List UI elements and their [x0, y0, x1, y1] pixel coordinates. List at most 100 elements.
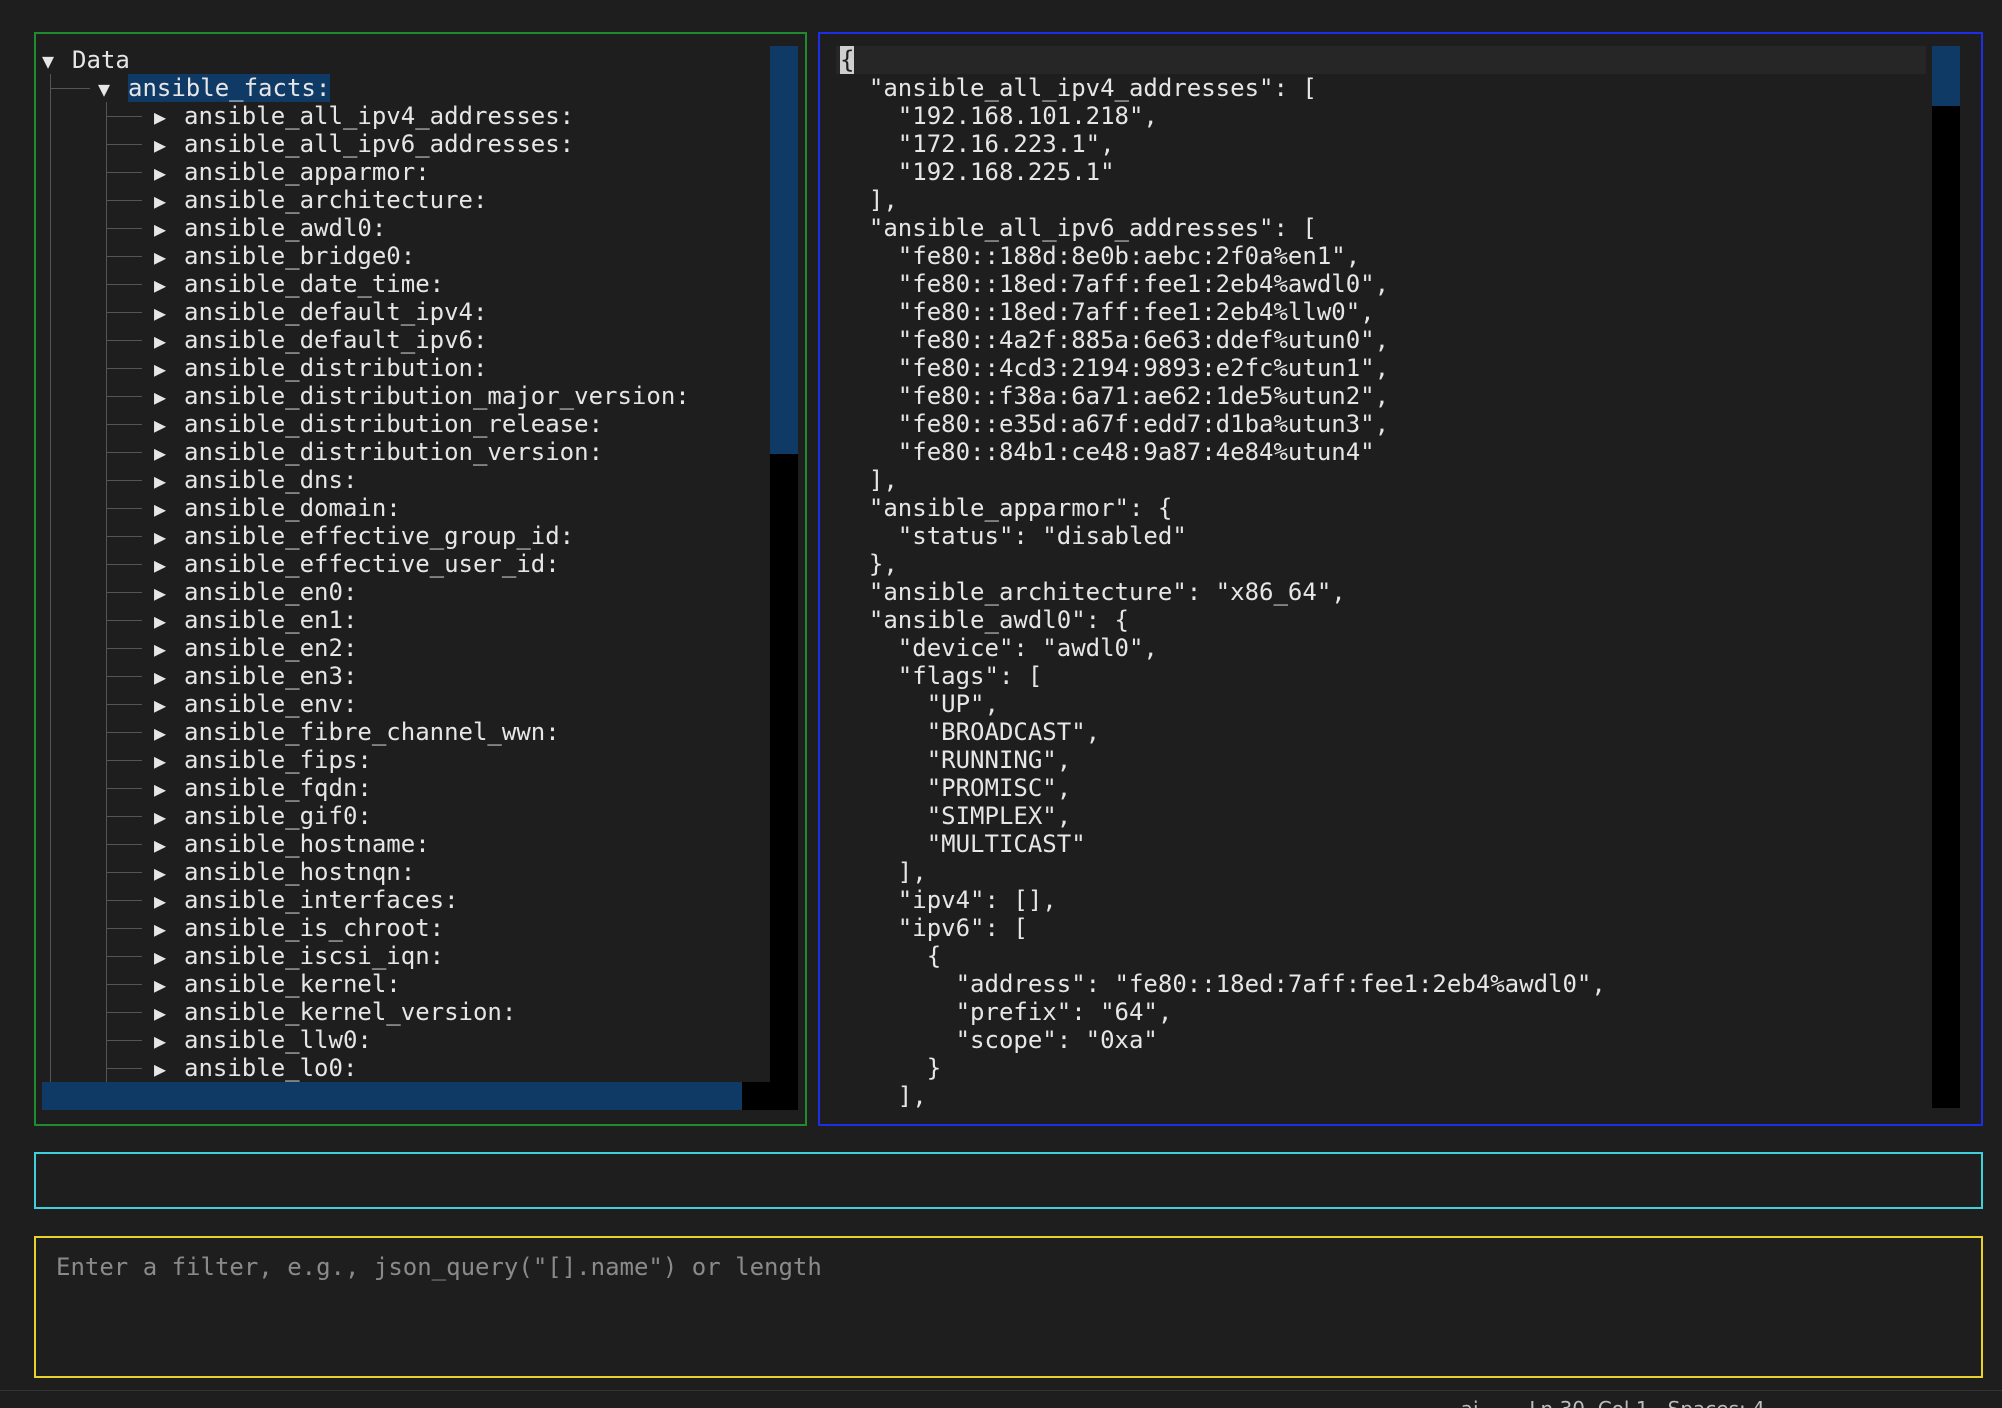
json-line[interactable]: },: [840, 550, 898, 578]
tree-node[interactable]: ▶ ansible_architecture:: [154, 186, 487, 214]
json-line[interactable]: {: [840, 942, 941, 970]
tree-node[interactable]: ▶ ansible_kernel:: [154, 970, 401, 998]
collapsed-caret-icon[interactable]: ▶: [154, 803, 184, 831]
json-line[interactable]: "ipv6": [: [840, 914, 1028, 942]
collapsed-caret-icon[interactable]: ▶: [154, 131, 184, 159]
tree-node[interactable]: ▶ ansible_fibre_channel_wwn:: [154, 718, 560, 746]
json-line[interactable]: "ansible_all_ipv4_addresses": [: [840, 74, 1317, 102]
collapsed-caret-icon[interactable]: ▶: [154, 719, 184, 747]
json-line[interactable]: "device": "awdl0",: [840, 634, 1158, 662]
tree-node[interactable]: ▶ ansible_apparmor:: [154, 158, 430, 186]
tree-node[interactable]: ▶ ansible_en0:: [154, 578, 357, 606]
tree-node[interactable]: ▶ ansible_default_ipv6:: [154, 326, 487, 354]
json-line[interactable]: "fe80::f38a:6a71:ae62:1de5%utun2",: [840, 382, 1389, 410]
tree-node[interactable]: ▶ ansible_lo0:: [154, 1054, 357, 1082]
tree-node[interactable]: ▶ ansible_interfaces:: [154, 886, 459, 914]
collapsed-caret-icon[interactable]: ▶: [154, 831, 184, 859]
json-line[interactable]: "fe80::18ed:7aff:fee1:2eb4%llw0",: [840, 298, 1375, 326]
tree-node[interactable]: ▶ ansible_hostname:: [154, 830, 430, 858]
json-line[interactable]: ],: [840, 858, 927, 886]
tree-node[interactable]: ▶ ansible_fqdn:: [154, 774, 372, 802]
collapsed-caret-icon[interactable]: ▶: [154, 327, 184, 355]
json-line[interactable]: "UP",: [840, 690, 999, 718]
expanded-caret-icon[interactable]: ▼: [42, 47, 72, 75]
json-line[interactable]: "flags": [: [840, 662, 1043, 690]
json-line[interactable]: "fe80::18ed:7aff:fee1:2eb4%awdl0",: [840, 270, 1389, 298]
tree-node[interactable]: ▶ ansible_kernel_version:: [154, 998, 516, 1026]
collapsed-caret-icon[interactable]: ▶: [154, 607, 184, 635]
json-line[interactable]: "fe80::e35d:a67f:edd7:d1ba%utun3",: [840, 410, 1389, 438]
json-output-panel[interactable]: { "ansible_all_ipv4_addresses": [ "192.1…: [818, 32, 1983, 1126]
json-vertical-scrollbar-thumb[interactable]: [1932, 46, 1960, 106]
collapsed-caret-icon[interactable]: ▶: [154, 859, 184, 887]
tree-node[interactable]: ▶ ansible_gif0:: [154, 802, 372, 830]
tree-vertical-scrollbar-thumb[interactable]: [770, 46, 798, 454]
json-vertical-scrollbar[interactable]: [1932, 46, 1960, 1108]
collapsed-caret-icon[interactable]: ▶: [154, 523, 184, 551]
tree-node[interactable]: ▶ ansible_effective_group_id:: [154, 522, 574, 550]
collapsed-caret-icon[interactable]: ▶: [154, 579, 184, 607]
tree-node[interactable]: ▶ ansible_iscsi_iqn:: [154, 942, 444, 970]
tree-node[interactable]: ▶ ansible_domain:: [154, 494, 401, 522]
json-line[interactable]: "scope": "0xa": [840, 1026, 1158, 1054]
json-line[interactable]: "prefix": "64",: [840, 998, 1173, 1026]
tree-node[interactable]: ▶ ansible_distribution_release:: [154, 410, 603, 438]
collapsed-caret-icon[interactable]: ▶: [154, 495, 184, 523]
tree-node[interactable]: ▶ ansible_distribution:: [154, 354, 487, 382]
filter-input[interactable]: Enter a filter, e.g., json_query("[].nam…: [34, 1236, 1983, 1378]
tree-node-ansible-facts[interactable]: ▼ ansible_facts:: [98, 74, 331, 103]
tree-node[interactable]: ▶ ansible_bridge0:: [154, 242, 415, 270]
collapsed-caret-icon[interactable]: ▶: [154, 971, 184, 999]
collapsed-caret-icon[interactable]: ▶: [154, 467, 184, 495]
tree-node[interactable]: ▶ ansible_dns:: [154, 466, 357, 494]
collapsed-caret-icon[interactable]: ▶: [154, 635, 184, 663]
tree-node[interactable]: ▶ ansible_en2:: [154, 634, 357, 662]
json-line[interactable]: "192.168.101.218",: [840, 102, 1158, 130]
json-line[interactable]: "SIMPLEX",: [840, 802, 1072, 830]
json-line[interactable]: ],: [840, 466, 898, 494]
collapsed-caret-icon[interactable]: ▶: [154, 383, 184, 411]
collapsed-caret-icon[interactable]: ▶: [154, 299, 184, 327]
collapsed-caret-icon[interactable]: ▶: [154, 887, 184, 915]
json-line[interactable]: "fe80::4a2f:885a:6e63:ddef%utun0",: [840, 326, 1389, 354]
collapsed-caret-icon[interactable]: ▶: [154, 1027, 184, 1055]
collapsed-caret-icon[interactable]: ▶: [154, 747, 184, 775]
json-line[interactable]: ],: [840, 1082, 927, 1110]
json-line[interactable]: "ansible_awdl0": {: [840, 606, 1129, 634]
collapsed-caret-icon[interactable]: ▶: [154, 243, 184, 271]
json-line[interactable]: "ansible_all_ipv6_addresses": [: [840, 214, 1317, 242]
json-line[interactable]: ],: [840, 186, 898, 214]
tree-node[interactable]: ▶ ansible_en3:: [154, 662, 357, 690]
tree-node[interactable]: ▶ ansible_fips:: [154, 746, 372, 774]
collapsed-caret-icon[interactable]: ▶: [154, 215, 184, 243]
collapsed-caret-icon[interactable]: ▶: [154, 187, 184, 215]
json-line[interactable]: "MULTICAST": [840, 830, 1086, 858]
json-line[interactable]: "status": "disabled": [840, 522, 1187, 550]
tree-node[interactable]: ▶ ansible_hostnqn:: [154, 858, 415, 886]
tree-node-root[interactable]: ▼ Data: [42, 46, 130, 74]
collapsed-caret-icon[interactable]: ▶: [154, 663, 184, 691]
json-line[interactable]: "ansible_architecture": "x86_64",: [840, 578, 1346, 606]
collapsed-caret-icon[interactable]: ▶: [154, 943, 184, 971]
collapsed-caret-icon[interactable]: ▶: [154, 999, 184, 1027]
tree-node[interactable]: ▶ ansible_distribution_version:: [154, 438, 603, 466]
json-line-first[interactable]: {: [840, 46, 855, 74]
json-line[interactable]: "PROMISC",: [840, 774, 1072, 802]
expanded-caret-icon[interactable]: ▼: [98, 75, 128, 103]
json-line[interactable]: "ansible_apparmor": {: [840, 494, 1172, 522]
tree-node[interactable]: ▶ ansible_distribution_major_version:: [154, 382, 690, 410]
collapsed-caret-icon[interactable]: ▶: [154, 1055, 184, 1083]
json-line[interactable]: }: [840, 1054, 941, 1082]
json-line[interactable]: "fe80::4cd3:2194:9893:e2fc%utun1",: [840, 354, 1389, 382]
json-line[interactable]: "fe80::188d:8e0b:aebc:2f0a%en1",: [840, 242, 1360, 270]
json-line[interactable]: "192.168.225.1": [840, 158, 1115, 186]
json-line[interactable]: "address": "fe80::18ed:7aff:fee1:2eb4%aw…: [840, 970, 1606, 998]
tree-node[interactable]: ▶ ansible_en1:: [154, 606, 357, 634]
collapsed-caret-icon[interactable]: ▶: [154, 159, 184, 187]
collapsed-caret-icon[interactable]: ▶: [154, 355, 184, 383]
collapsed-caret-icon[interactable]: ▶: [154, 691, 184, 719]
tree-node[interactable]: ▶ ansible_effective_user_id:: [154, 550, 560, 578]
collapsed-caret-icon[interactable]: ▶: [154, 103, 184, 131]
tree-node[interactable]: ▶ ansible_env:: [154, 690, 357, 718]
tree-node[interactable]: ▶ ansible_date_time:: [154, 270, 444, 298]
